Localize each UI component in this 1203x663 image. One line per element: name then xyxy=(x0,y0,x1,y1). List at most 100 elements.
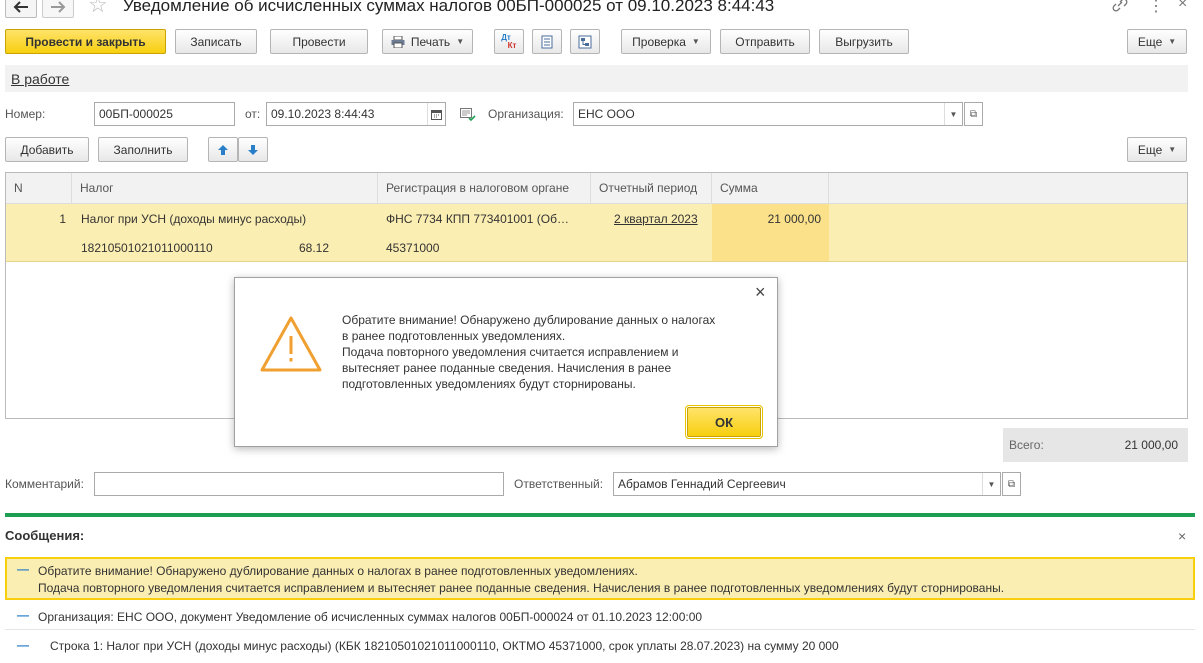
forward-button[interactable] xyxy=(42,0,74,18)
dialog-line: Подача повторного уведомления считается … xyxy=(342,345,679,359)
ok-label: ОК xyxy=(714,414,734,430)
title-bar: ☆ Уведомление об исчисленных суммах нало… xyxy=(0,0,1203,22)
message-item[interactable]: — Организация: ЕНС ООО, документ Уведомл… xyxy=(5,602,1195,630)
number-field[interactable]: 00БП-000025 xyxy=(94,102,235,126)
column-period[interactable]: Отчетный период xyxy=(591,173,712,203)
save-button[interactable]: Записать xyxy=(175,29,257,54)
dt-kt-button[interactable]: Дт Кт xyxy=(494,29,524,54)
printer-icon xyxy=(391,35,405,48)
responsible-field[interactable]: Абрамов Геннадий Сергеевич ▼ xyxy=(613,472,1001,496)
row-sum: 21 000,00 xyxy=(767,212,821,226)
check-label: Проверка xyxy=(632,34,686,49)
fill-button[interactable]: Заполнить xyxy=(98,137,188,162)
totals-panel: Всего: 21 000,00 xyxy=(1003,428,1188,462)
totals-label: Всего: xyxy=(1009,438,1044,452)
chevron-down-icon: ▼ xyxy=(691,37,700,46)
calendar-icon[interactable] xyxy=(427,103,445,125)
add-row-button[interactable]: Добавить xyxy=(5,137,89,162)
comment-field[interactable] xyxy=(94,472,504,496)
status-link[interactable]: В работе xyxy=(11,71,69,87)
link-icon[interactable] xyxy=(1112,0,1128,12)
dialog-line: Обратите внимание! Обнаружено дублирован… xyxy=(342,313,716,327)
post-button[interactable]: Провести xyxy=(270,29,368,54)
arrow-down-icon xyxy=(248,144,258,155)
row-kbk: 18210501021011000110 xyxy=(81,241,213,255)
post-and-close-button[interactable]: Провести и закрыть xyxy=(5,29,166,54)
chevron-down-icon: ▼ xyxy=(456,37,465,46)
check-button[interactable]: Проверка ▼ xyxy=(621,29,711,54)
message-dash-icon: — xyxy=(17,562,29,576)
chevron-down-icon: ▼ xyxy=(1168,145,1177,154)
arrow-left-icon xyxy=(13,1,28,13)
open-responsible-icon[interactable]: ⧉ xyxy=(1002,472,1021,496)
document-check-icon[interactable] xyxy=(460,108,476,122)
message-dash-icon: — xyxy=(17,608,29,622)
column-registration[interactable]: Регистрация в налоговом органе xyxy=(378,173,591,203)
message-line: Обратите внимание! Обнаружено дублирован… xyxy=(38,564,638,578)
print-button[interactable]: Печать ▼ xyxy=(382,29,473,54)
window-title: Уведомление об исчисленных суммах налого… xyxy=(123,0,775,15)
date-value: 09.10.2023 8:44:43 xyxy=(271,107,375,121)
arrow-up-icon xyxy=(218,144,228,155)
row-number: 1 xyxy=(59,212,66,226)
warning-dialog: × Обратите внимание! Обнаружено дублиров… xyxy=(234,277,778,447)
send-button[interactable]: Отправить xyxy=(720,29,810,54)
chevron-down-icon[interactable]: ▼ xyxy=(944,103,962,125)
warning-triangle-icon xyxy=(260,316,322,372)
row-oktmo: 45371000 xyxy=(386,241,440,255)
date-field[interactable]: 09.10.2023 8:44:43 xyxy=(266,102,446,126)
dialog-line: подготовленных уведомлениях будут сторни… xyxy=(342,377,636,391)
comment-label: Комментарий: xyxy=(5,477,84,491)
row-account: 68.12 xyxy=(299,241,330,255)
table-header: N Налог Регистрация в налоговом органе О… xyxy=(6,173,1187,204)
organization-field[interactable]: ЕНС ООО ▼ xyxy=(573,102,963,126)
dialog-line: вытесняет ранее поданные сведения. Начис… xyxy=(342,361,672,375)
column-n[interactable]: N xyxy=(6,173,72,203)
more-label: Еще xyxy=(1137,34,1163,49)
arrow-right-icon xyxy=(51,1,66,13)
chevron-down-icon: ▼ xyxy=(1168,37,1177,46)
column-sum[interactable]: Сумма xyxy=(712,173,829,203)
message-line: Строка 1: Налог при УСН (доходы минус ра… xyxy=(50,639,839,653)
message-dash-icon: — xyxy=(17,638,29,652)
structure-button[interactable] xyxy=(570,29,600,54)
number-label: Номер: xyxy=(5,107,46,121)
message-line: Организация: ЕНС ООО, документ Уведомлен… xyxy=(38,610,703,624)
responsible-label: Ответственный: xyxy=(514,477,604,491)
responsible-value: Абрамов Геннадий Сергеевич xyxy=(618,477,786,491)
close-window-icon[interactable]: × xyxy=(1178,0,1187,13)
move-up-button[interactable] xyxy=(208,137,238,162)
dialog-message: Обратите внимание! Обнаружено дублирован… xyxy=(342,312,762,392)
row-registration: ФНС 7734 КПП 773401001 (Об… xyxy=(386,212,569,226)
list-report-button[interactable] xyxy=(532,29,562,54)
row-period-link[interactable]: 2 квартал 2023 xyxy=(614,212,709,226)
dialog-line: в ранее подготовленных уведомлениях. xyxy=(342,329,566,343)
message-line: Подача повторного уведомления считается … xyxy=(38,581,1005,595)
favorite-star-icon[interactable]: ☆ xyxy=(88,0,108,16)
back-button[interactable] xyxy=(5,0,37,18)
table-more-button[interactable]: Еще ▼ xyxy=(1127,137,1187,162)
row-tax: Налог при УСН (доходы минус расходы) xyxy=(81,212,307,226)
export-button[interactable]: Выгрузить xyxy=(819,29,909,54)
organization-value: ЕНС ООО xyxy=(578,107,635,121)
close-messages-icon[interactable]: × xyxy=(1178,528,1186,544)
close-dialog-icon[interactable]: × xyxy=(755,282,766,302)
table-row[interactable]: 1 Налог при УСН (доходы минус расходы) 1… xyxy=(6,204,1187,262)
document-list-icon xyxy=(541,35,553,48)
message-item-highlighted[interactable]: — Обратите внимание! Обнаружено дублиров… xyxy=(5,557,1195,600)
message-item[interactable]: — Строка 1: Налог при УСН (доходы минус … xyxy=(5,632,1195,660)
chevron-down-icon[interactable]: ▼ xyxy=(982,473,1000,495)
totals-value: 21 000,00 xyxy=(1124,438,1178,452)
column-tax[interactable]: Налог xyxy=(72,173,378,203)
ok-button[interactable]: ОК xyxy=(685,405,763,439)
date-label: от: xyxy=(245,107,261,121)
messages-title: Сообщения: xyxy=(5,528,85,543)
structure-icon xyxy=(578,35,592,48)
move-down-button[interactable] xyxy=(238,137,268,162)
status-panel xyxy=(5,65,1188,92)
more-button[interactable]: Еще ▼ xyxy=(1127,29,1187,54)
kt-label: Кт xyxy=(507,40,517,50)
open-organization-icon[interactable]: ⧉ xyxy=(964,102,983,126)
organization-label: Организация: xyxy=(488,107,564,121)
more-vertical-icon[interactable]: ⋮ xyxy=(1148,0,1164,16)
